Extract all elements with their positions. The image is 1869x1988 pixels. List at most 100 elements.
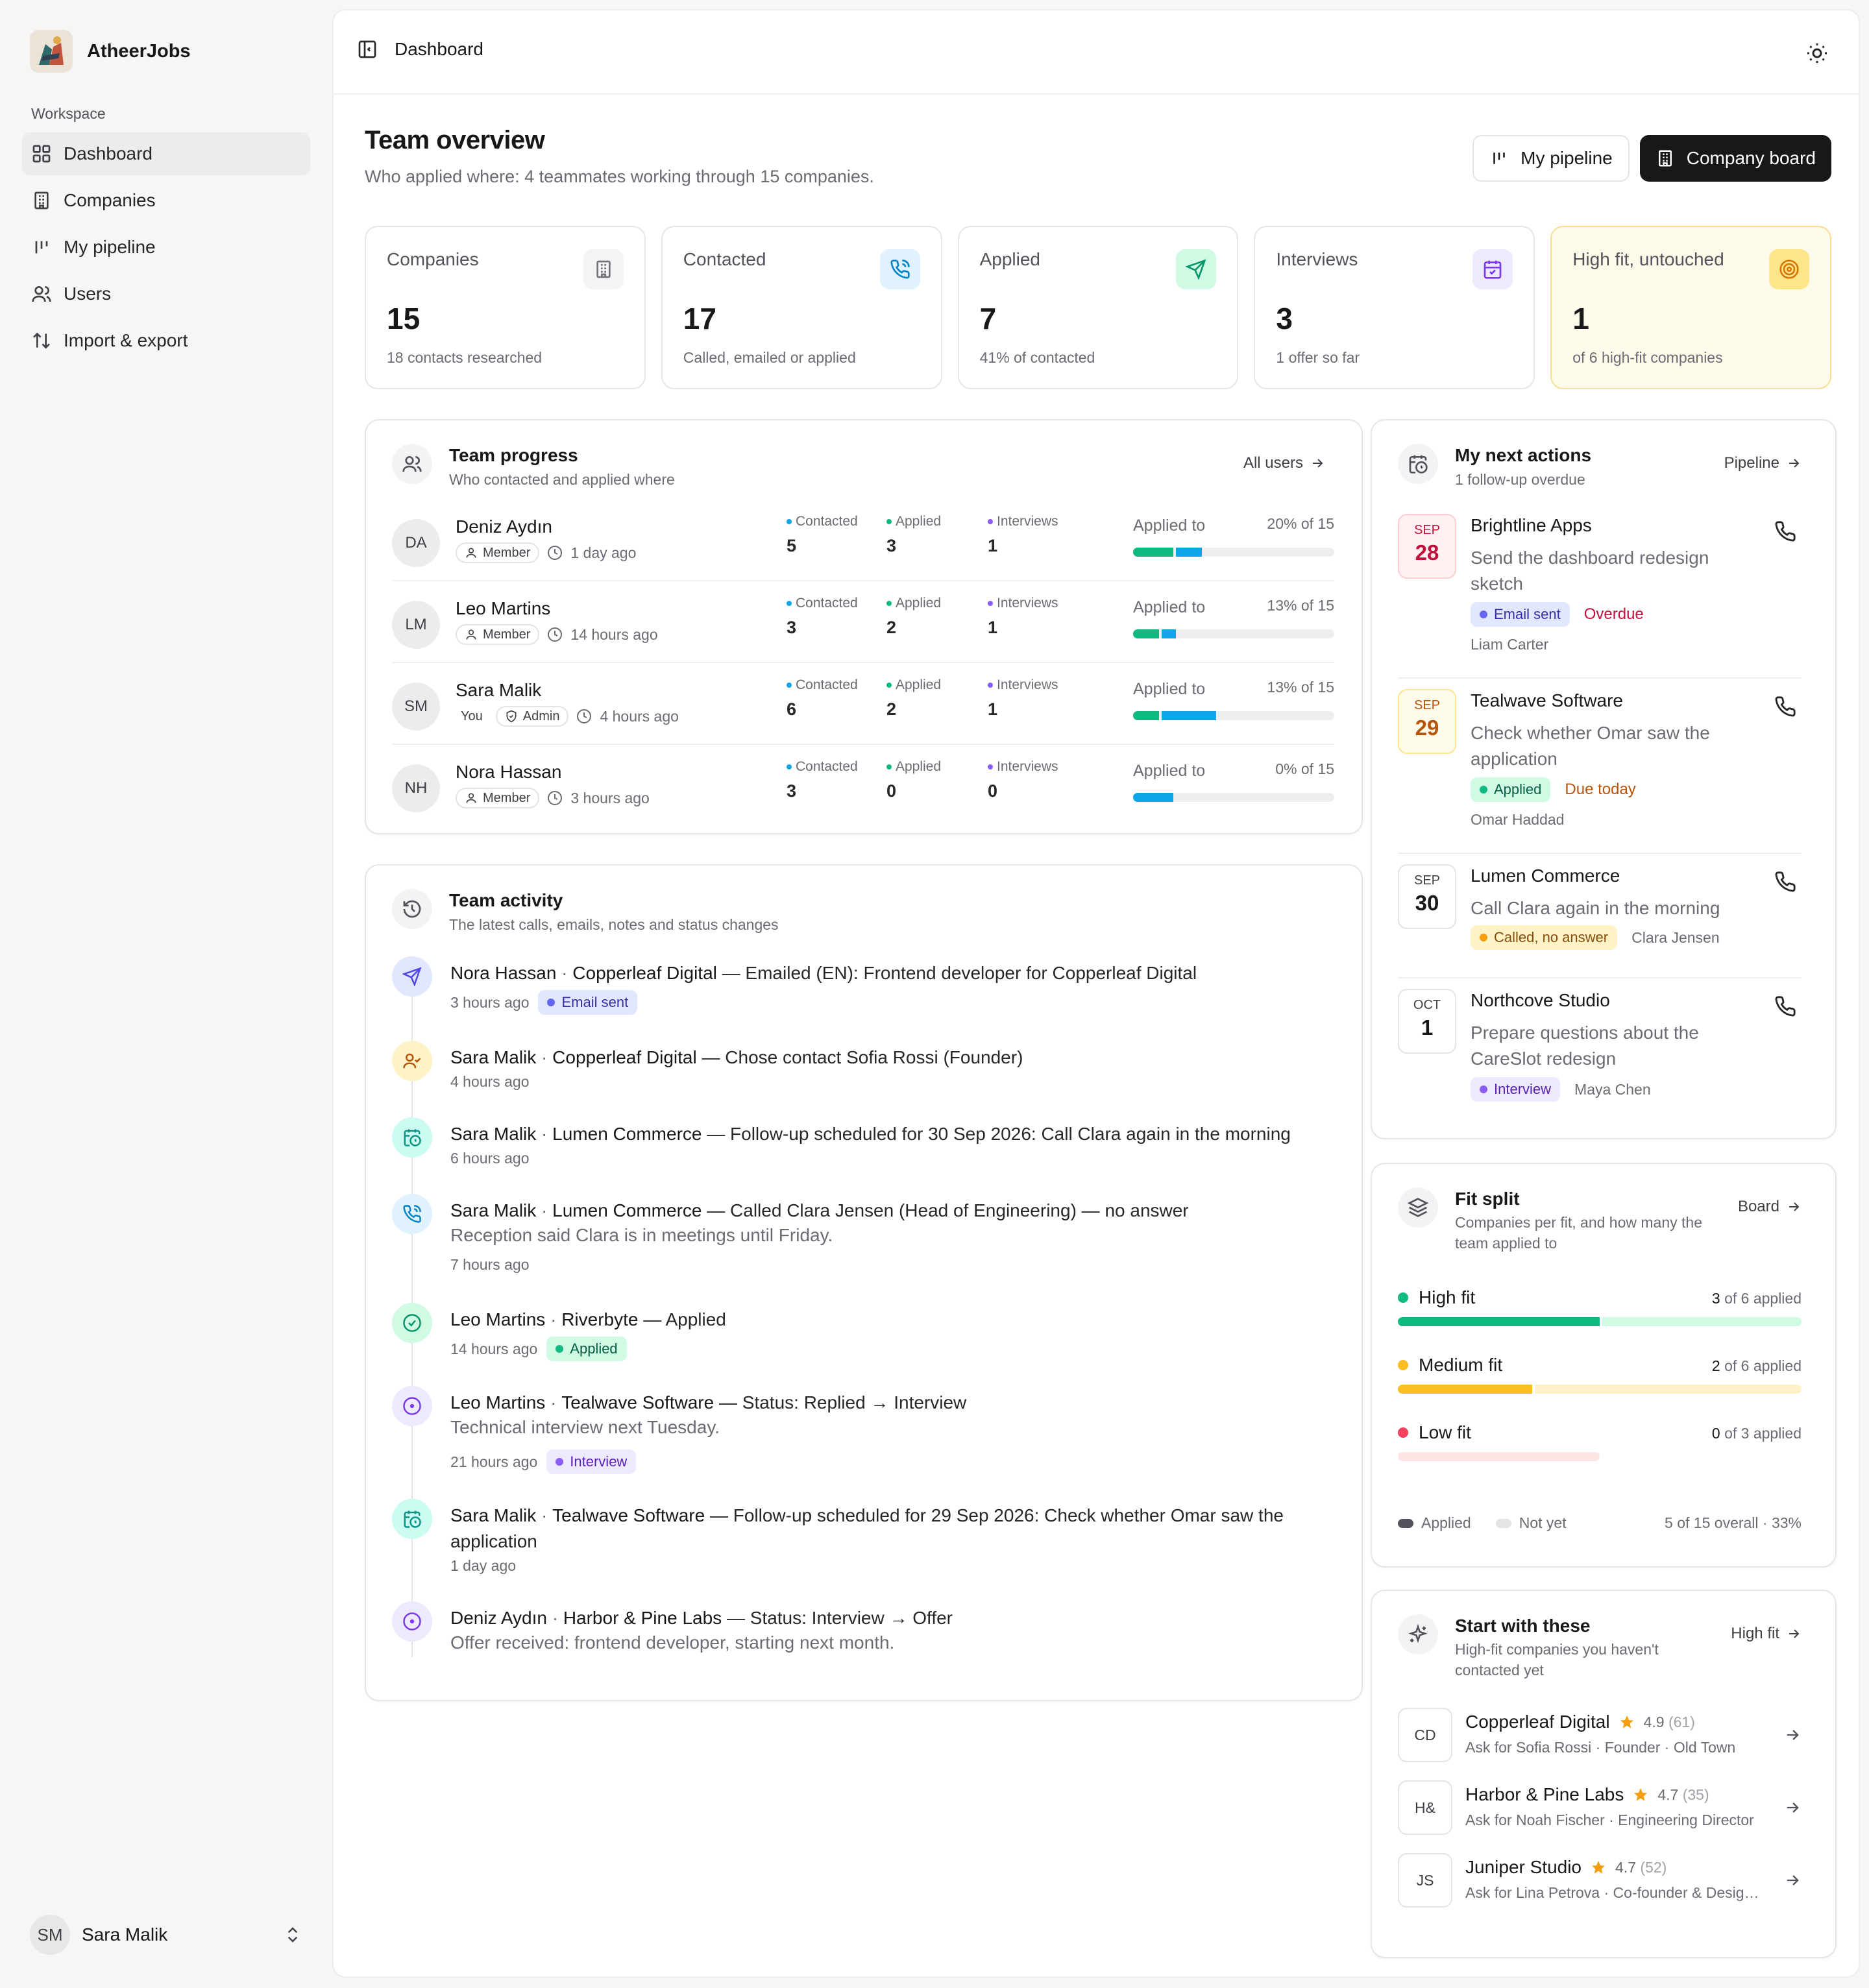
event-user: Leo Martins: [450, 1392, 546, 1412]
sidebar-item-label: My pipeline: [64, 237, 156, 257]
stat-sub: 18 contacts researched: [387, 349, 543, 366]
progress-row[interactable]: NH Nora Hassan Member 3 hours ago Contacted 3…: [392, 745, 1334, 827]
event-text: Nora Hassan · Copperleaf Digital — Email…: [450, 960, 1320, 986]
action-contact: Liam Carter: [1471, 636, 1549, 653]
board-link[interactable]: Board: [1738, 1198, 1802, 1216]
due-day: 30: [1415, 891, 1439, 915]
phone-icon[interactable]: [1774, 871, 1796, 893]
suggested-company[interactable]: CD Copperleaf Digital 4.9 (61) Ask for Sofi…: [1398, 1708, 1802, 1762]
card-subtitle: 1 follow-up overdue: [1455, 471, 1585, 488]
phone-icon[interactable]: [1774, 995, 1796, 1017]
arrow-right-icon[interactable]: [1783, 1799, 1802, 1817]
stat-sub: of 6 high-fit companies: [1572, 349, 1723, 366]
clock-icon: [576, 709, 592, 724]
action-desc: Prepare questions about the CareSlot red…: [1471, 1023, 1699, 1069]
rating-count: (52): [1640, 1858, 1667, 1876]
fit-label: Low fit: [1398, 1422, 1471, 1443]
avatar: NH: [392, 764, 440, 812]
metric-label-text: Contacted: [796, 514, 858, 529]
action-status: Due today: [1565, 781, 1636, 798]
user-menu[interactable]: SM Sara Malik: [30, 1914, 302, 1956]
company-board-label: Company board: [1686, 148, 1816, 168]
metric-label-contacted: Contacted: [787, 596, 858, 611]
event-company[interactable]: Lumen Commerce: [552, 1124, 702, 1144]
metric-label-contacted: Contacted: [787, 759, 858, 775]
sidebar-item-users[interactable]: Users: [22, 273, 310, 315]
shield-icon: [505, 710, 518, 723]
card-title: Fit split: [1455, 1189, 1520, 1209]
company-contact: Ask for Sofia Rossi · Founder · Old Town: [1465, 1739, 1736, 1756]
metric-dot: [787, 764, 792, 770]
stat-high-fit-untouched[interactable]: High fit, untouched 1 of 6 high-fit comp…: [1550, 226, 1831, 389]
card-header-icon: [1398, 444, 1438, 484]
sidebar-item-my-pipeline[interactable]: My pipeline: [22, 226, 310, 269]
progress-row[interactable]: SM Sara Malik You Admin 4 hours ago Contacted…: [392, 663, 1334, 745]
progress-row[interactable]: DA Deniz Aydın Member 1 day ago Contacted 5 Ap…: [392, 500, 1334, 581]
event-icon-badge: [392, 1499, 432, 1539]
phone-icon[interactable]: [1774, 696, 1796, 718]
progress-row[interactable]: LM Leo Martins Member 14 hours ago Contacted…: [392, 581, 1334, 663]
sidebar-item-label: Import & export: [64, 330, 188, 350]
metric-label-interviews: Interviews: [988, 514, 1058, 529]
building-icon: [1655, 149, 1675, 168]
sidebar-item-dashboard[interactable]: Dashboard: [22, 132, 310, 175]
star-icon: [1591, 1860, 1606, 1875]
high-fit-link[interactable]: High fit: [1731, 1625, 1802, 1643]
company-board-button[interactable]: Company board: [1639, 135, 1831, 182]
send-icon: [1186, 259, 1206, 280]
stat-applied[interactable]: Applied 7 41% of contacted: [957, 226, 1239, 389]
event-company[interactable]: Lumen Commerce: [552, 1200, 702, 1220]
progress-applied-seg: [1133, 711, 1160, 720]
metric-label-text: Applied: [896, 759, 942, 774]
company-rating: 4.7 (52): [1615, 1859, 1667, 1876]
you-label: You: [461, 709, 483, 723]
stat-interviews[interactable]: Interviews 3 1 offer so far: [1254, 226, 1535, 389]
arrow-right-icon[interactable]: [1783, 1726, 1802, 1744]
pipeline-link[interactable]: Pipeline: [1724, 454, 1802, 472]
action-contact: Clara Jensen: [1631, 928, 1720, 946]
card-title: Start with these: [1455, 1616, 1591, 1636]
metric-dot: [988, 683, 993, 688]
sidebar-toggle-icon[interactable]: [357, 39, 378, 60]
metric-label-applied: Applied: [886, 759, 941, 775]
event-time: 14 hours ago: [450, 1340, 538, 1357]
fit-bar-remaining: [1602, 1317, 1802, 1326]
team-activity-card: Team activity The latest calls, emails, …: [365, 864, 1363, 1701]
suggested-company[interactable]: JS Juniper Studio 4.7 (52) Ask for Lina Pet…: [1398, 1853, 1802, 1908]
arrow-right-icon[interactable]: [1783, 1871, 1802, 1889]
sun-icon[interactable]: [1805, 42, 1829, 65]
card-header: Team activity The latest calls, emails, …: [392, 889, 779, 934]
header-actions: My pipeline Company board: [1472, 135, 1831, 182]
sparkles-icon: [1408, 1624, 1428, 1645]
next-action-item[interactable]: SEP 30 Lumen Commerce Call Clara again in t…: [1398, 864, 1802, 978]
company-avatar: JS: [1398, 1853, 1452, 1908]
stat-companies[interactable]: Companies 15 18 contacts researched: [365, 226, 646, 389]
next-action-item[interactable]: SEP 29 Tealwave Software Check whether Omar…: [1398, 689, 1802, 854]
next-action-item[interactable]: SEP 28 Brightline Apps Send the dashboard r…: [1398, 514, 1802, 679]
event-desc: — Status: Replied → Interview: [718, 1392, 967, 1412]
all-users-link[interactable]: All users: [1243, 454, 1325, 472]
status-tag: Applied: [1471, 777, 1551, 802]
fit-bar-applied: [1398, 1317, 1600, 1326]
brand-name: AtheerJobs: [87, 40, 191, 62]
event-company[interactable]: Copperleaf Digital: [552, 1047, 697, 1067]
event-company[interactable]: Riverbyte: [561, 1309, 638, 1329]
my-pipeline-button[interactable]: My pipeline: [1472, 135, 1630, 182]
brand[interactable]: AtheerJobs: [30, 30, 191, 73]
phone-icon[interactable]: [1774, 520, 1796, 542]
stat-contacted[interactable]: Contacted 17 Called, emailed or applied: [661, 226, 942, 389]
suggested-company[interactable]: H& Harbor & Pine Labs 4.7 (35) Ask for Noah…: [1398, 1780, 1802, 1835]
next-action-item[interactable]: OCT 1 Northcove Studio Prepare questions ab…: [1398, 989, 1802, 1112]
sidebar-item-companies[interactable]: Companies: [22, 179, 310, 222]
metric-dot: [886, 764, 892, 770]
event-company[interactable]: Harbor & Pine Labs: [563, 1608, 722, 1628]
due-date-badge: SEP 30: [1398, 864, 1456, 929]
event-text: Sara Malik · Lumen Commerce — Called Cla…: [450, 1198, 1320, 1224]
event-company[interactable]: Copperleaf Digital: [572, 963, 717, 983]
due-day: 28: [1415, 540, 1439, 564]
event-company[interactable]: Tealwave Software: [561, 1392, 714, 1412]
event-company[interactable]: Tealwave Software: [552, 1505, 705, 1525]
sidebar-item-import-export[interactable]: Import & export: [22, 319, 310, 362]
stat-label: Contacted: [683, 249, 766, 269]
card-header: Team progress Who contacted and applied …: [392, 444, 675, 489]
